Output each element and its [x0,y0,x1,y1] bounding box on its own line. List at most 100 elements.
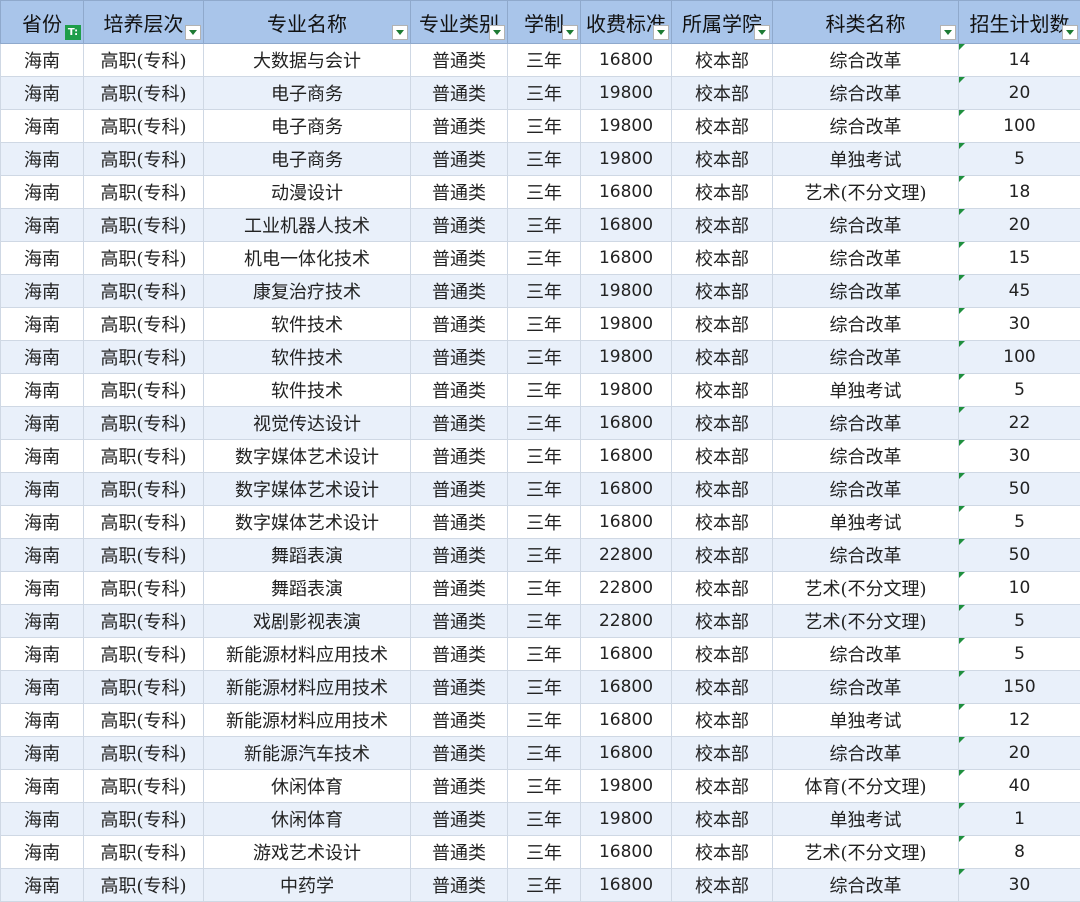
cell-category[interactable]: 普通类 [411,737,508,770]
cell-duration[interactable]: 三年 [508,374,581,407]
cell-duration[interactable]: 三年 [508,209,581,242]
cell-level[interactable]: 高职(专科) [84,605,204,638]
cell-plan[interactable]: 20 [959,209,1080,242]
cell-duration[interactable]: 三年 [508,473,581,506]
cell-province[interactable]: 海南 [1,440,84,473]
cell-level[interactable]: 高职(专科) [84,242,204,275]
cell-plan[interactable]: 30 [959,308,1080,341]
cell-fee[interactable]: 16800 [581,869,672,902]
cell-fee[interactable]: 16800 [581,704,672,737]
cell-major[interactable]: 康复治疗技术 [204,275,411,308]
cell-subject[interactable]: 综合改革 [773,407,959,440]
cell-category[interactable]: 普通类 [411,143,508,176]
cell-level[interactable]: 高职(专科) [84,803,204,836]
cell-subject[interactable]: 综合改革 [773,473,959,506]
cell-duration[interactable]: 三年 [508,836,581,869]
cell-college[interactable]: 校本部 [672,671,773,704]
cell-level[interactable]: 高职(专科) [84,473,204,506]
cell-province[interactable]: 海南 [1,308,84,341]
cell-college[interactable]: 校本部 [672,836,773,869]
cell-level[interactable]: 高职(专科) [84,308,204,341]
cell-college[interactable]: 校本部 [672,506,773,539]
cell-college[interactable]: 校本部 [672,308,773,341]
dropdown-arrow-icon[interactable] [653,25,669,40]
cell-subject[interactable]: 综合改革 [773,209,959,242]
cell-college[interactable]: 校本部 [672,770,773,803]
cell-college[interactable]: 校本部 [672,704,773,737]
cell-fee[interactable]: 22800 [581,572,672,605]
cell-college[interactable]: 校本部 [672,242,773,275]
cell-level[interactable]: 高职(专科) [84,110,204,143]
cell-category[interactable]: 普通类 [411,869,508,902]
cell-subject[interactable]: 综合改革 [773,440,959,473]
cell-college[interactable]: 校本部 [672,176,773,209]
cell-province[interactable]: 海南 [1,341,84,374]
cell-category[interactable]: 普通类 [411,605,508,638]
cell-level[interactable]: 高职(专科) [84,869,204,902]
cell-duration[interactable]: 三年 [508,506,581,539]
cell-level[interactable]: 高职(专科) [84,506,204,539]
cell-level[interactable]: 高职(专科) [84,341,204,374]
cell-duration[interactable]: 三年 [508,308,581,341]
cell-college[interactable]: 校本部 [672,572,773,605]
cell-category[interactable]: 普通类 [411,110,508,143]
cell-fee[interactable]: 16800 [581,737,672,770]
cell-province[interactable]: 海南 [1,209,84,242]
cell-college[interactable]: 校本部 [672,374,773,407]
filter-active-icon[interactable]: T: [65,25,81,40]
cell-category[interactable]: 普通类 [411,704,508,737]
cell-major[interactable]: 新能源材料应用技术 [204,704,411,737]
cell-duration[interactable]: 三年 [508,803,581,836]
cell-fee[interactable]: 16800 [581,440,672,473]
cell-category[interactable]: 普通类 [411,473,508,506]
cell-province[interactable]: 海南 [1,506,84,539]
cell-province[interactable]: 海南 [1,473,84,506]
dropdown-arrow-icon[interactable] [754,25,770,40]
cell-plan[interactable]: 18 [959,176,1080,209]
cell-category[interactable]: 普通类 [411,44,508,77]
dropdown-arrow-icon[interactable] [489,25,505,40]
cell-category[interactable]: 普通类 [411,407,508,440]
cell-major[interactable]: 新能源材料应用技术 [204,671,411,704]
cell-level[interactable]: 高职(专科) [84,671,204,704]
cell-major[interactable]: 动漫设计 [204,176,411,209]
cell-province[interactable]: 海南 [1,671,84,704]
cell-subject[interactable]: 综合改革 [773,242,959,275]
cell-major[interactable]: 休闲体育 [204,803,411,836]
cell-category[interactable]: 普通类 [411,308,508,341]
cell-college[interactable]: 校本部 [672,605,773,638]
cell-college[interactable]: 校本部 [672,341,773,374]
cell-fee[interactable]: 19800 [581,308,672,341]
cell-fee[interactable]: 16800 [581,209,672,242]
cell-major[interactable]: 新能源材料应用技术 [204,638,411,671]
cell-duration[interactable]: 三年 [508,539,581,572]
cell-category[interactable]: 普通类 [411,242,508,275]
cell-college[interactable]: 校本部 [672,440,773,473]
cell-major[interactable]: 数字媒体艺术设计 [204,473,411,506]
cell-college[interactable]: 校本部 [672,110,773,143]
cell-duration[interactable]: 三年 [508,407,581,440]
cell-college[interactable]: 校本部 [672,869,773,902]
cell-duration[interactable]: 三年 [508,275,581,308]
cell-level[interactable]: 高职(专科) [84,572,204,605]
cell-duration[interactable]: 三年 [508,176,581,209]
cell-duration[interactable]: 三年 [508,737,581,770]
cell-level[interactable]: 高职(专科) [84,44,204,77]
cell-fee[interactable]: 16800 [581,473,672,506]
cell-subject[interactable]: 综合改革 [773,308,959,341]
cell-plan[interactable]: 45 [959,275,1080,308]
cell-subject[interactable]: 单独考试 [773,704,959,737]
cell-plan[interactable]: 40 [959,770,1080,803]
cell-major[interactable]: 数字媒体艺术设计 [204,440,411,473]
cell-college[interactable]: 校本部 [672,473,773,506]
cell-level[interactable]: 高职(专科) [84,176,204,209]
cell-level[interactable]: 高职(专科) [84,704,204,737]
cell-fee[interactable]: 19800 [581,770,672,803]
cell-plan[interactable]: 20 [959,77,1080,110]
cell-province[interactable]: 海南 [1,77,84,110]
cell-plan[interactable]: 50 [959,539,1080,572]
cell-college[interactable]: 校本部 [672,737,773,770]
cell-plan[interactable]: 8 [959,836,1080,869]
cell-category[interactable]: 普通类 [411,440,508,473]
cell-fee[interactable]: 19800 [581,374,672,407]
